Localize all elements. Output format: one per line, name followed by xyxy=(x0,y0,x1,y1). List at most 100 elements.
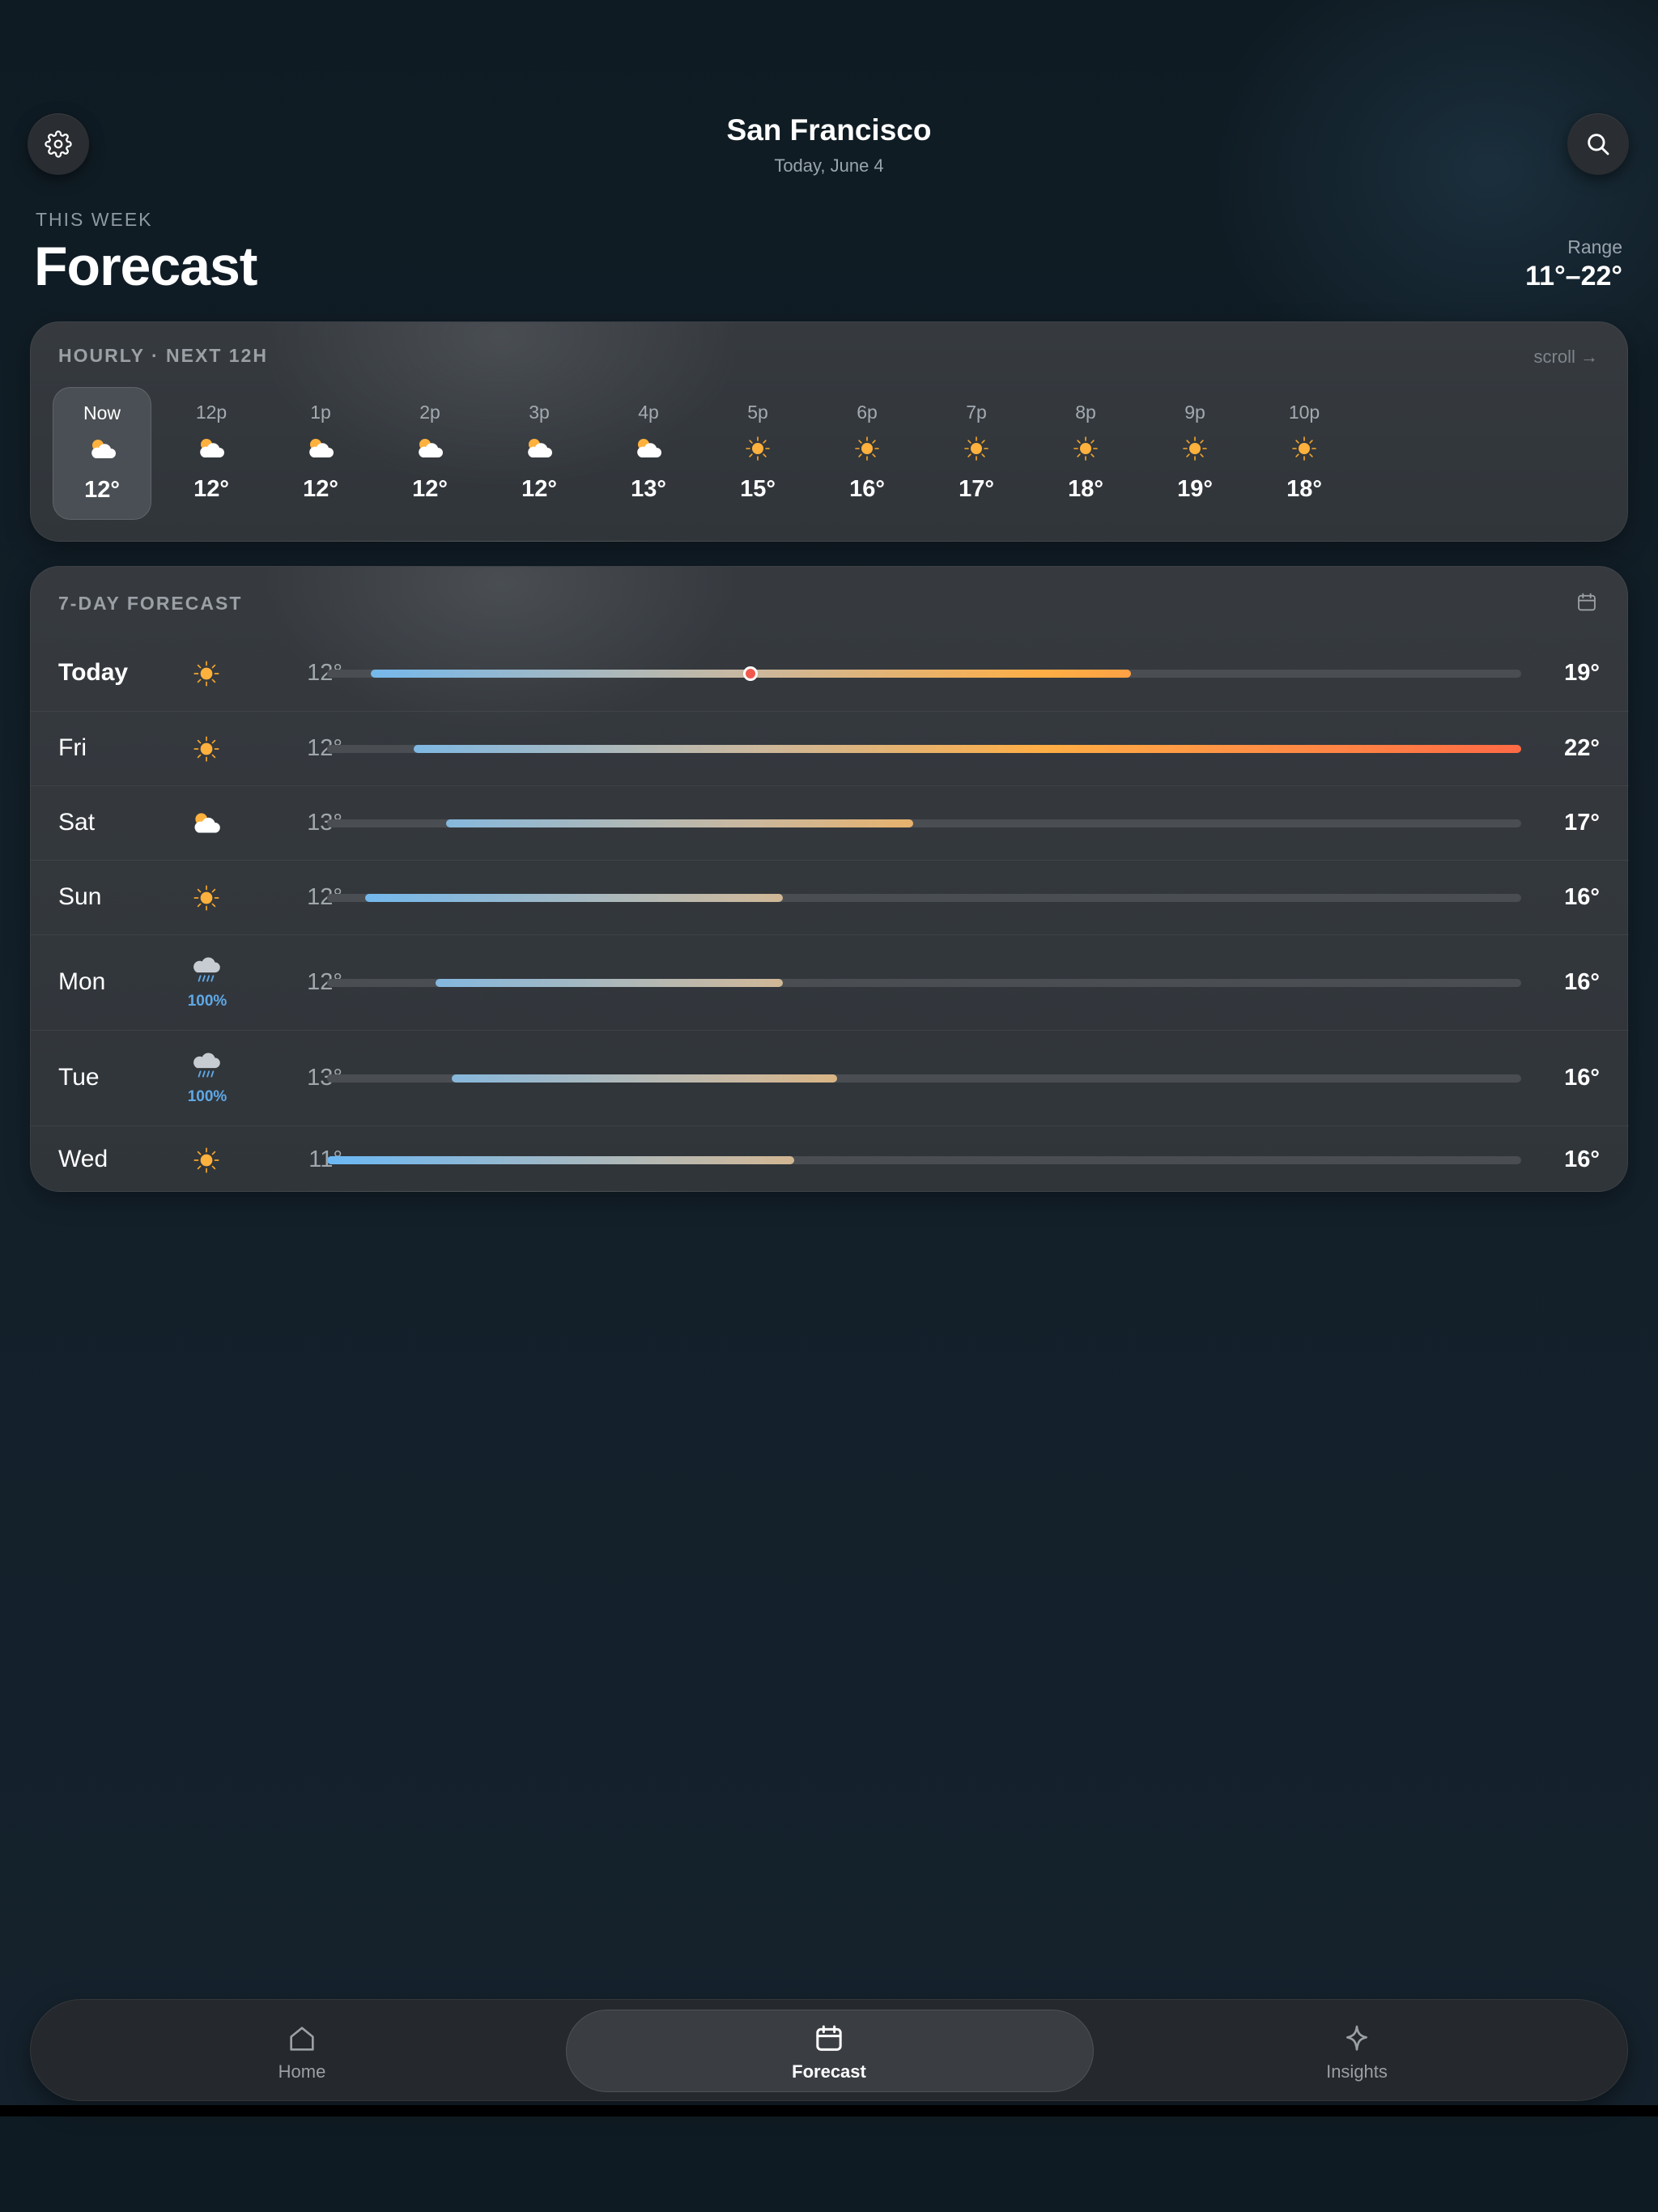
temp-range-bar xyxy=(452,1074,837,1083)
range-label: Range xyxy=(1567,236,1622,257)
day-row[interactable]: Mon 100% 12° 16° xyxy=(31,934,1629,1030)
hour-cell[interactable]: 10p 18° xyxy=(1255,387,1354,520)
hourly-title: HOURLY · NEXT 12H xyxy=(58,345,268,366)
tab-insights[interactable]: Insights xyxy=(1235,2000,1478,2102)
hour-label: 6p xyxy=(857,402,878,423)
hour-label: Now xyxy=(83,402,121,423)
day-name: Sun xyxy=(58,883,102,910)
day-icon-wrap xyxy=(189,657,223,691)
rain-icon xyxy=(193,1053,220,1078)
sun-icon xyxy=(746,436,770,461)
hour-temp: 12° xyxy=(84,477,120,503)
hour-cell[interactable]: 9p 19° xyxy=(1146,387,1244,520)
bottom-area xyxy=(0,2116,1658,2212)
hour-label: 9p xyxy=(1184,402,1205,423)
hour-temp: 12° xyxy=(412,476,448,502)
search-button[interactable] xyxy=(1567,113,1629,175)
hour-temp: 18° xyxy=(1286,476,1322,502)
calendar-icon[interactable] xyxy=(1575,591,1598,614)
range-value: 11°–22° xyxy=(1525,261,1622,291)
hour-cell[interactable]: 8p 18° xyxy=(1036,387,1135,520)
search-icon xyxy=(1588,134,1609,155)
hour-temp: 12° xyxy=(521,476,557,502)
high-temp: 16° xyxy=(1564,884,1600,910)
hour-temp: 12° xyxy=(303,476,338,502)
temp-range-bar xyxy=(327,1155,794,1164)
day-row[interactable]: Sat 13° 17° xyxy=(31,785,1629,860)
sun-icon xyxy=(1292,436,1316,461)
sun-icon xyxy=(855,436,879,461)
temp-range-bar xyxy=(365,894,783,902)
hour-cell[interactable]: 3p 12° xyxy=(490,387,589,520)
section-eyebrow: THIS WEEK xyxy=(36,209,153,230)
temp-range-track xyxy=(327,1155,1521,1164)
hour-label: 4p xyxy=(638,402,659,423)
hour-temp: 18° xyxy=(1068,476,1103,502)
hour-icon-wrap xyxy=(851,432,883,465)
temp-range-track xyxy=(327,894,1521,902)
hour-label: 1p xyxy=(310,402,331,423)
day-row[interactable]: Fri 12° 22° xyxy=(31,711,1629,785)
hour-cell[interactable]: 5p 15° xyxy=(708,387,807,520)
hour-label: 3p xyxy=(529,402,550,423)
hour-cell[interactable]: 6p 16° xyxy=(818,387,916,520)
home-icon xyxy=(290,2027,314,2051)
partly-cloudy-icon xyxy=(637,439,661,457)
day-row[interactable]: Sun 12° 16° xyxy=(31,860,1629,934)
precip-chance: 100% xyxy=(187,993,227,1010)
tab-insights-label: Insights xyxy=(1326,2061,1388,2082)
current-date: Today, June 4 xyxy=(774,155,884,176)
sun-icon xyxy=(964,436,988,461)
hour-icon-wrap xyxy=(632,432,665,465)
day-row[interactable]: Wed 11° 16° xyxy=(31,1125,1629,1193)
tab-forecast[interactable]: Forecast xyxy=(708,2000,950,2102)
hour-cell[interactable]: 7p 17° xyxy=(927,387,1026,520)
hour-icon-wrap xyxy=(304,432,337,465)
high-temp: 16° xyxy=(1564,969,1600,995)
temp-range-track xyxy=(327,1074,1521,1083)
hour-icon-wrap xyxy=(195,432,227,465)
hour-icon-wrap xyxy=(1288,432,1320,465)
hour-temp: 17° xyxy=(959,476,994,502)
day-name: Today xyxy=(58,659,129,686)
hour-cell[interactable]: 4p 13° xyxy=(599,387,698,520)
scroll-hint[interactable]: scroll → xyxy=(1534,347,1598,368)
daily-title: 7-DAY FORECAST xyxy=(58,593,243,614)
tab-home-label: Home xyxy=(278,2061,326,2082)
temp-range-track xyxy=(327,979,1521,987)
hour-icon-wrap xyxy=(960,432,993,465)
hour-cell[interactable]: 12p 12° xyxy=(162,387,261,520)
calendar-icon xyxy=(816,2025,842,2051)
day-icon-wrap xyxy=(189,881,223,915)
hour-temp: 19° xyxy=(1177,476,1213,502)
page-title: Forecast xyxy=(34,236,257,297)
temp-range-bar xyxy=(436,979,783,987)
high-temp: 19° xyxy=(1564,660,1600,686)
partly-cloudy-icon xyxy=(194,813,220,833)
hour-cell[interactable]: 1p 12° xyxy=(271,387,370,520)
temp-range-track xyxy=(327,819,1521,827)
temp-range-track xyxy=(327,745,1521,753)
hour-temp: 12° xyxy=(193,476,229,502)
tab-home[interactable]: Home xyxy=(181,2000,423,2102)
rain-icon xyxy=(193,957,220,982)
partly-cloudy-icon xyxy=(200,439,224,457)
hour-icon-wrap xyxy=(414,432,446,465)
hourly-forecast-card[interactable]: HOURLY · NEXT 12H scroll → Now 12° 12p 12… xyxy=(30,321,1628,542)
temp-range-track xyxy=(327,666,1521,681)
day-name: Mon xyxy=(58,968,106,995)
hour-cell[interactable]: 2p 12° xyxy=(380,387,479,520)
hour-temp: 15° xyxy=(740,476,776,502)
hour-icon-wrap xyxy=(87,433,119,466)
day-name: Fri xyxy=(58,734,87,761)
high-temp: 17° xyxy=(1564,810,1600,836)
hour-cell[interactable]: Now 12° xyxy=(53,387,151,520)
hour-label: 5p xyxy=(747,402,768,423)
high-temp: 22° xyxy=(1564,735,1600,761)
partly-cloudy-icon xyxy=(309,439,334,457)
daily-forecast-card: 7-DAY FORECAST Today 12° 19° Fri 12° 22° S… xyxy=(30,566,1629,1193)
day-row[interactable]: Tue 100% 13° 16° xyxy=(31,1030,1629,1125)
day-row[interactable]: Today 12° 19° xyxy=(31,636,1629,711)
day-name: Sat xyxy=(58,809,96,836)
hour-label: 2p xyxy=(419,402,440,423)
